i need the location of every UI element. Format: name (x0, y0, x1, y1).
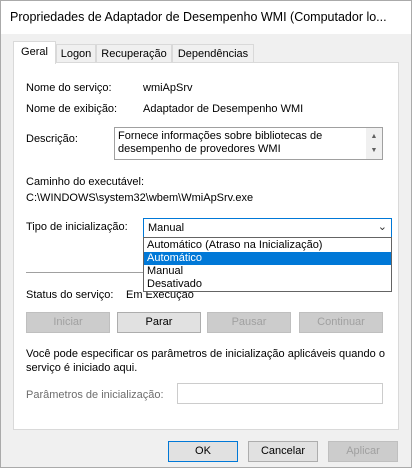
executable-path-label: Caminho do executável: (26, 176, 145, 188)
startup-type-selected: Manual (148, 222, 185, 234)
properties-dialog: Propriedades de Adaptador de Desempenho … (0, 0, 412, 468)
startup-option-automatic-delayed[interactable]: Automático (Atraso na Inicialização) (144, 239, 391, 252)
window-title: Propriedades de Adaptador de Desempenho … (10, 10, 387, 24)
tab-logon[interactable]: Logon (56, 44, 96, 62)
startup-type-combobox[interactable]: Manual ⌄ (143, 218, 392, 238)
service-status-label: Status do serviço: (26, 289, 114, 301)
description-text: Fornece informações sobre bibliotecas de… (118, 130, 323, 157)
service-name-value: wmiApSrv (143, 82, 193, 94)
display-name-label: Nome de exibição: (26, 103, 118, 115)
tab-recovery-label: Recuperação (101, 48, 167, 60)
tab-recovery[interactable]: Recuperação (96, 44, 172, 62)
startup-params-input[interactable] (177, 383, 383, 404)
scroll-up-icon[interactable]: ▲ (366, 130, 382, 143)
start-button[interactable]: Iniciar (26, 312, 110, 333)
cancel-button[interactable]: Cancelar (248, 441, 318, 462)
startup-type-dropdown-list: Automático (Atraso na Inicialização) Aut… (143, 237, 392, 292)
description-label: Descrição: (26, 133, 78, 145)
description-scrollbar[interactable]: ▲ ▼ (366, 128, 382, 159)
startup-option-manual[interactable]: Manual (144, 265, 391, 278)
title-bar[interactable]: Propriedades de Adaptador de Desempenho … (1, 1, 411, 34)
separator-line (26, 272, 143, 273)
ok-button[interactable]: OK (168, 441, 238, 462)
tab-general-label: Geral (21, 46, 48, 58)
tab-dependencies[interactable]: Dependências (172, 44, 254, 62)
tab-general[interactable]: Geral (13, 41, 56, 64)
tab-logon-label: Logon (60, 48, 92, 60)
scroll-down-icon[interactable]: ▼ (366, 144, 382, 157)
startup-option-disabled[interactable]: Desativado (144, 278, 391, 291)
startup-option-automatic[interactable]: Automático (144, 252, 391, 265)
description-box[interactable]: Fornece informações sobre bibliotecas de… (114, 127, 383, 160)
general-tab-panel: Nome do serviço: wmiApSrv Nome de exibiç… (13, 62, 399, 430)
resume-button[interactable]: Continuar (299, 312, 383, 333)
chevron-down-icon[interactable]: ⌄ (378, 220, 387, 233)
stop-button[interactable]: Parar (117, 312, 201, 333)
startup-type-label: Tipo de inicialização: (26, 221, 128, 233)
service-name-label: Nome do serviço: (26, 82, 112, 94)
display-name-value: Adaptador de Desempenho WMI (143, 103, 304, 115)
tab-dependencies-label: Dependências (177, 48, 249, 60)
pause-button[interactable]: Pausar (207, 312, 291, 333)
apply-button[interactable]: Aplicar (328, 441, 398, 462)
startup-params-info: Você pode especificar os parâmetros de i… (26, 348, 385, 374)
startup-params-label: Parâmetros de inicialização: (26, 389, 164, 401)
executable-path-value: C:\WINDOWS\system32\wbem\WmiApSrv.exe (26, 192, 254, 204)
